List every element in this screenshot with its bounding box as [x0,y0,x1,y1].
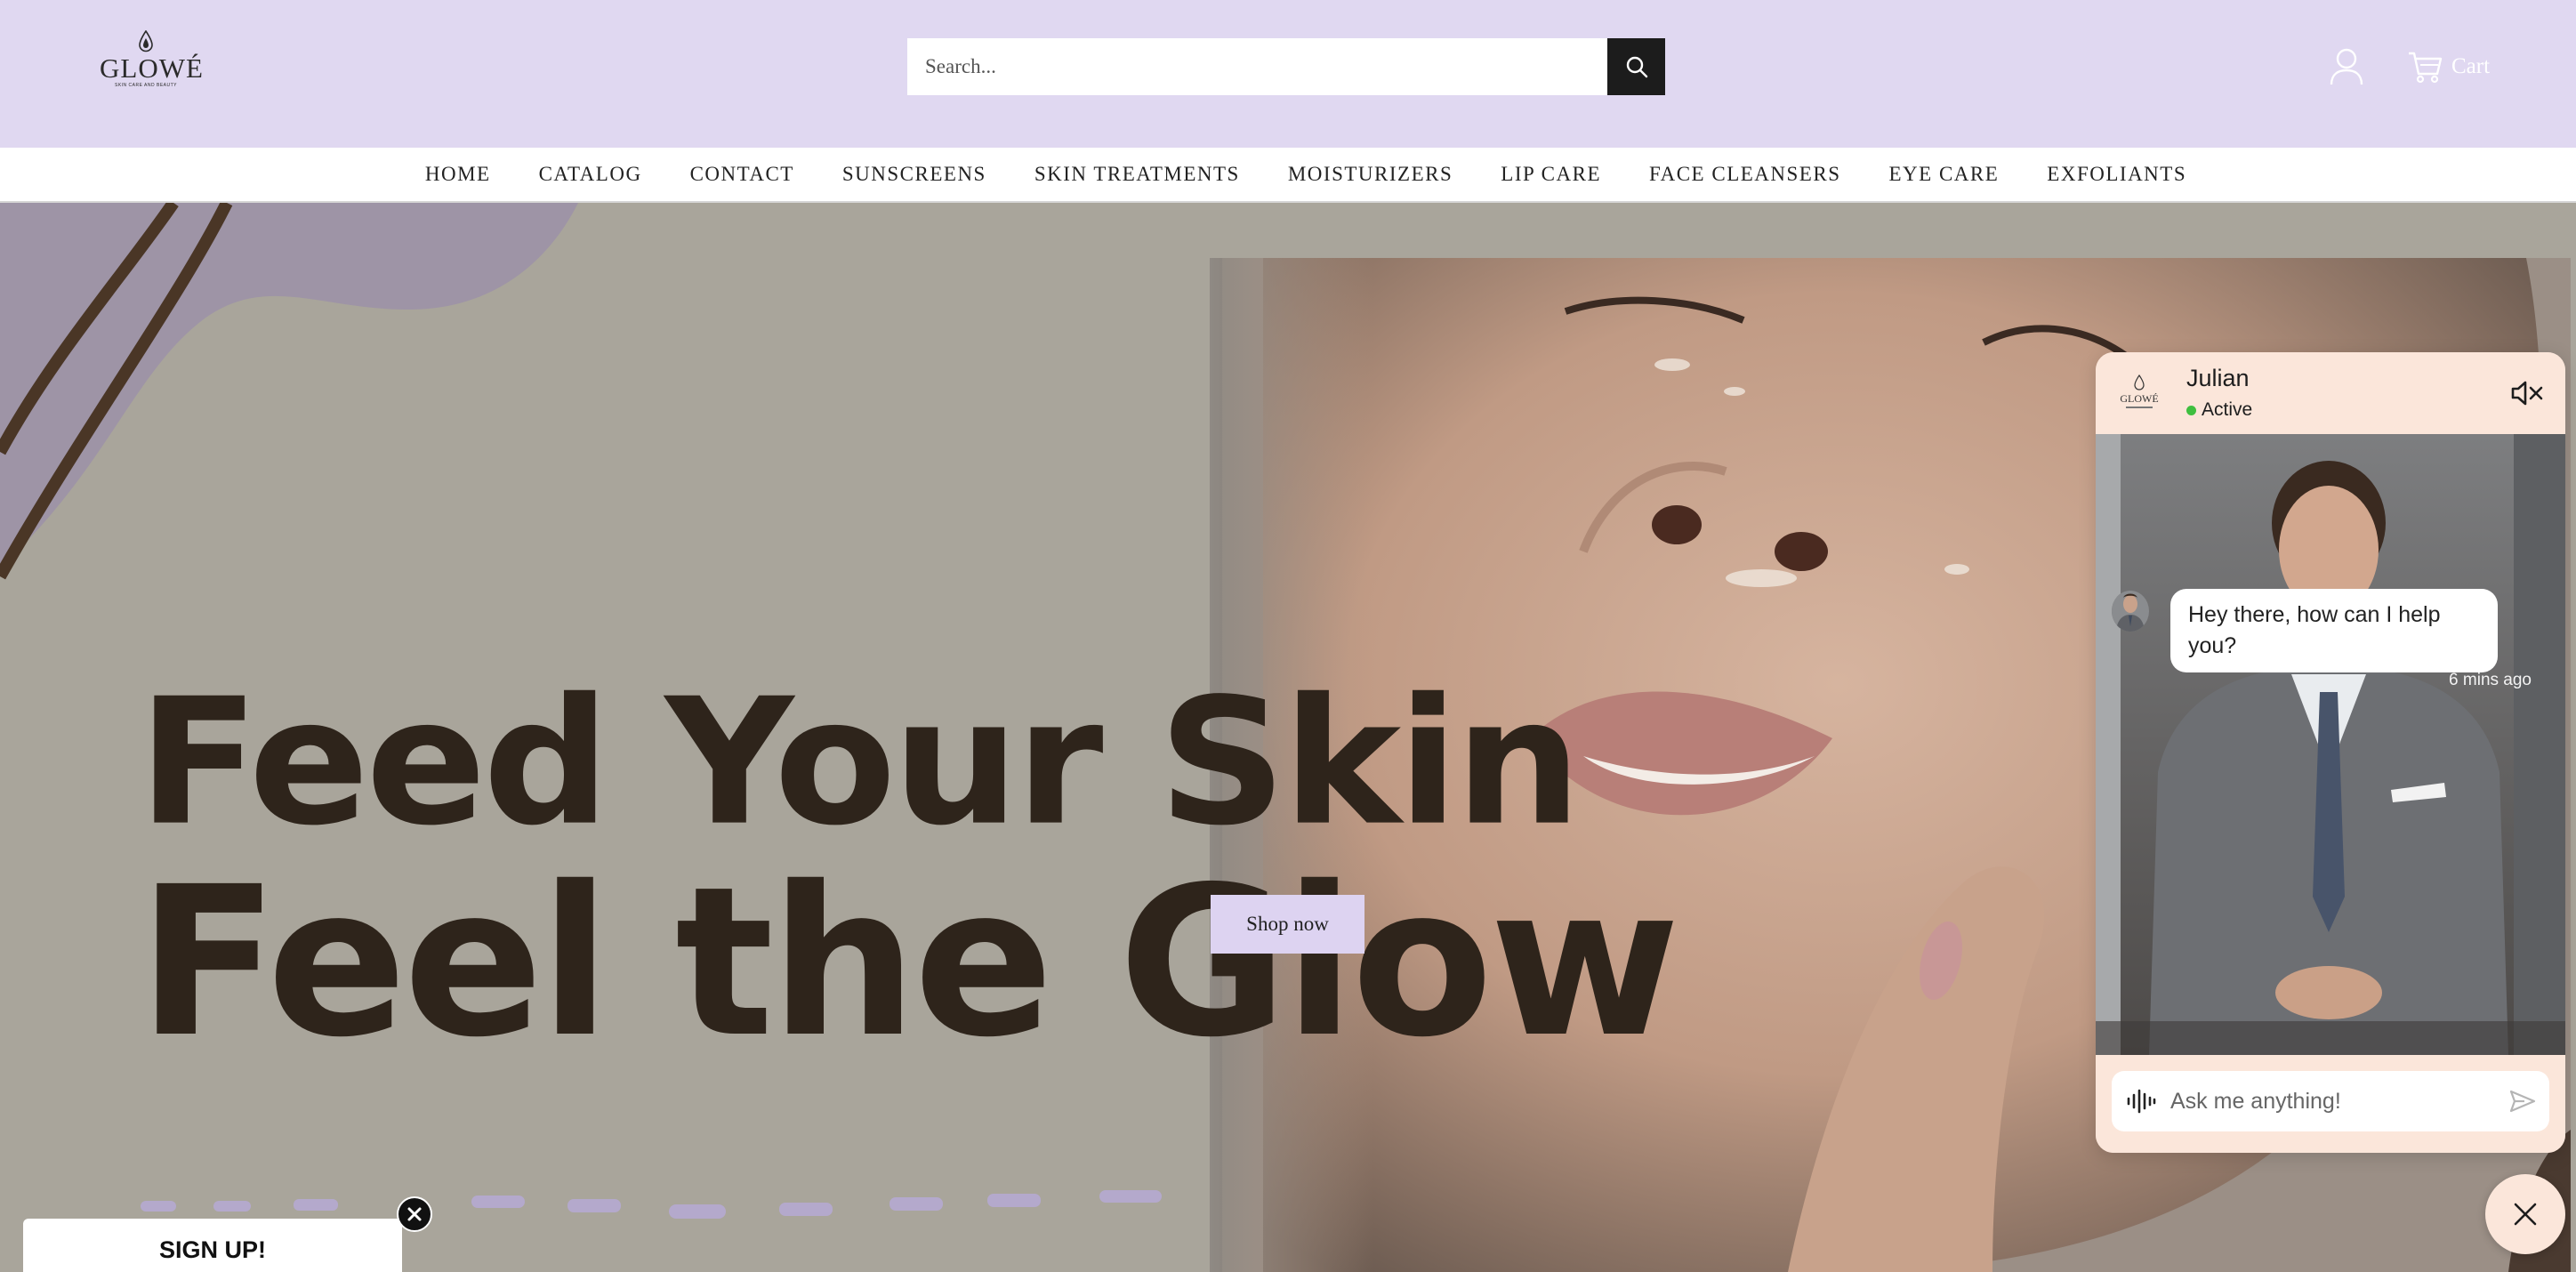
close-icon [2514,1203,2537,1226]
chat-status: Active [2186,399,2252,421]
chat-widget: GLOWÉ Julian Active Hey there, how can I… [2096,352,2565,1153]
chat-message-bubble: Hey there, how can I help you? [2170,589,2498,672]
nav-item-contact[interactable]: CONTACT [690,163,794,186]
signup-tab[interactable]: SIGN UP! [23,1219,402,1272]
nav-item-skin-treatments[interactable]: SKIN TREATMENTS [1034,163,1240,186]
send-icon [2509,1090,2536,1113]
voice-button[interactable] [2112,1071,2170,1131]
shop-now-button[interactable]: Shop now [1211,895,1364,954]
status-dot [2186,405,2196,415]
nav-item-home[interactable]: HOME [425,163,491,186]
search-icon [1626,56,1647,78]
signup-close-button[interactable] [397,1196,432,1232]
brand-logo[interactable]: GLOWÉ SKIN CARE AND BEAUTY [100,30,204,98]
search-input[interactable] [907,38,1607,95]
chat-toggle-button[interactable] [2485,1174,2565,1254]
chat-message-time: 6 mins ago [2449,671,2532,689]
drop-logo-icon [139,30,153,52]
hero-headline-line1: Feed Your Skin [138,661,1582,865]
cart-link[interactable]: Cart [2407,47,2490,86]
drop-logo-icon: GLOWÉ [2120,374,2159,408]
svg-text:GLOWÉ: GLOWÉ [2120,392,2158,405]
nav-item-catalog[interactable]: CATALOG [539,163,642,186]
account-icon [2330,48,2363,85]
chat-agent-name: Julian [2186,365,2250,391]
chat-brand-logo: GLOWÉ [2117,370,2161,416]
chat-header: GLOWÉ Julian Active [2096,352,2565,434]
nav-item-lip-care[interactable]: LIP CARE [1501,163,1601,186]
chat-message-input[interactable] [2170,1071,2496,1131]
send-button[interactable] [2496,1071,2549,1131]
nav-item-eye-care[interactable]: EYE CARE [1888,163,1999,186]
site-header: GLOWÉ SKIN CARE AND BEAUTY Cart [0,0,2576,148]
cart-label: Cart [2451,54,2491,78]
close-icon [407,1207,422,1221]
account-button[interactable] [2329,47,2364,86]
nav-item-sunscreens[interactable]: SUNSCREENS [842,163,986,186]
chat-body: Hey there, how can I help you? 6 mins ag… [2096,434,2565,1055]
hero-headline: Feed Your Skin Feel the Glow [138,661,1680,1083]
search-bar [907,38,1665,95]
search-button[interactable] [1607,38,1665,95]
mute-button[interactable] [2510,379,2544,407]
cart-icon [2409,52,2443,84]
agent-video [2096,434,2565,1055]
main-nav: HOME CATALOG CONTACT SUNSCREENS SKIN TRE… [0,148,2576,203]
mute-speaker-icon [2511,381,2543,406]
chat-input-bar [2112,1071,2549,1131]
brand-name: GLOWÉ [100,52,204,84]
chat-status-label: Active [2202,399,2253,420]
nav-item-exfoliants[interactable]: EXFOLIANTS [2047,163,2186,186]
nav-item-face-cleansers[interactable]: FACE CLEANSERS [1649,163,1840,186]
agent-avatar [2112,591,2149,632]
nav-item-moisturizers[interactable]: MOISTURIZERS [1288,163,1453,186]
voice-wave-icon [2127,1089,2156,1114]
chat-footer [2096,1055,2565,1153]
hero-headline-line2: Feel the Glow [138,842,1680,1083]
